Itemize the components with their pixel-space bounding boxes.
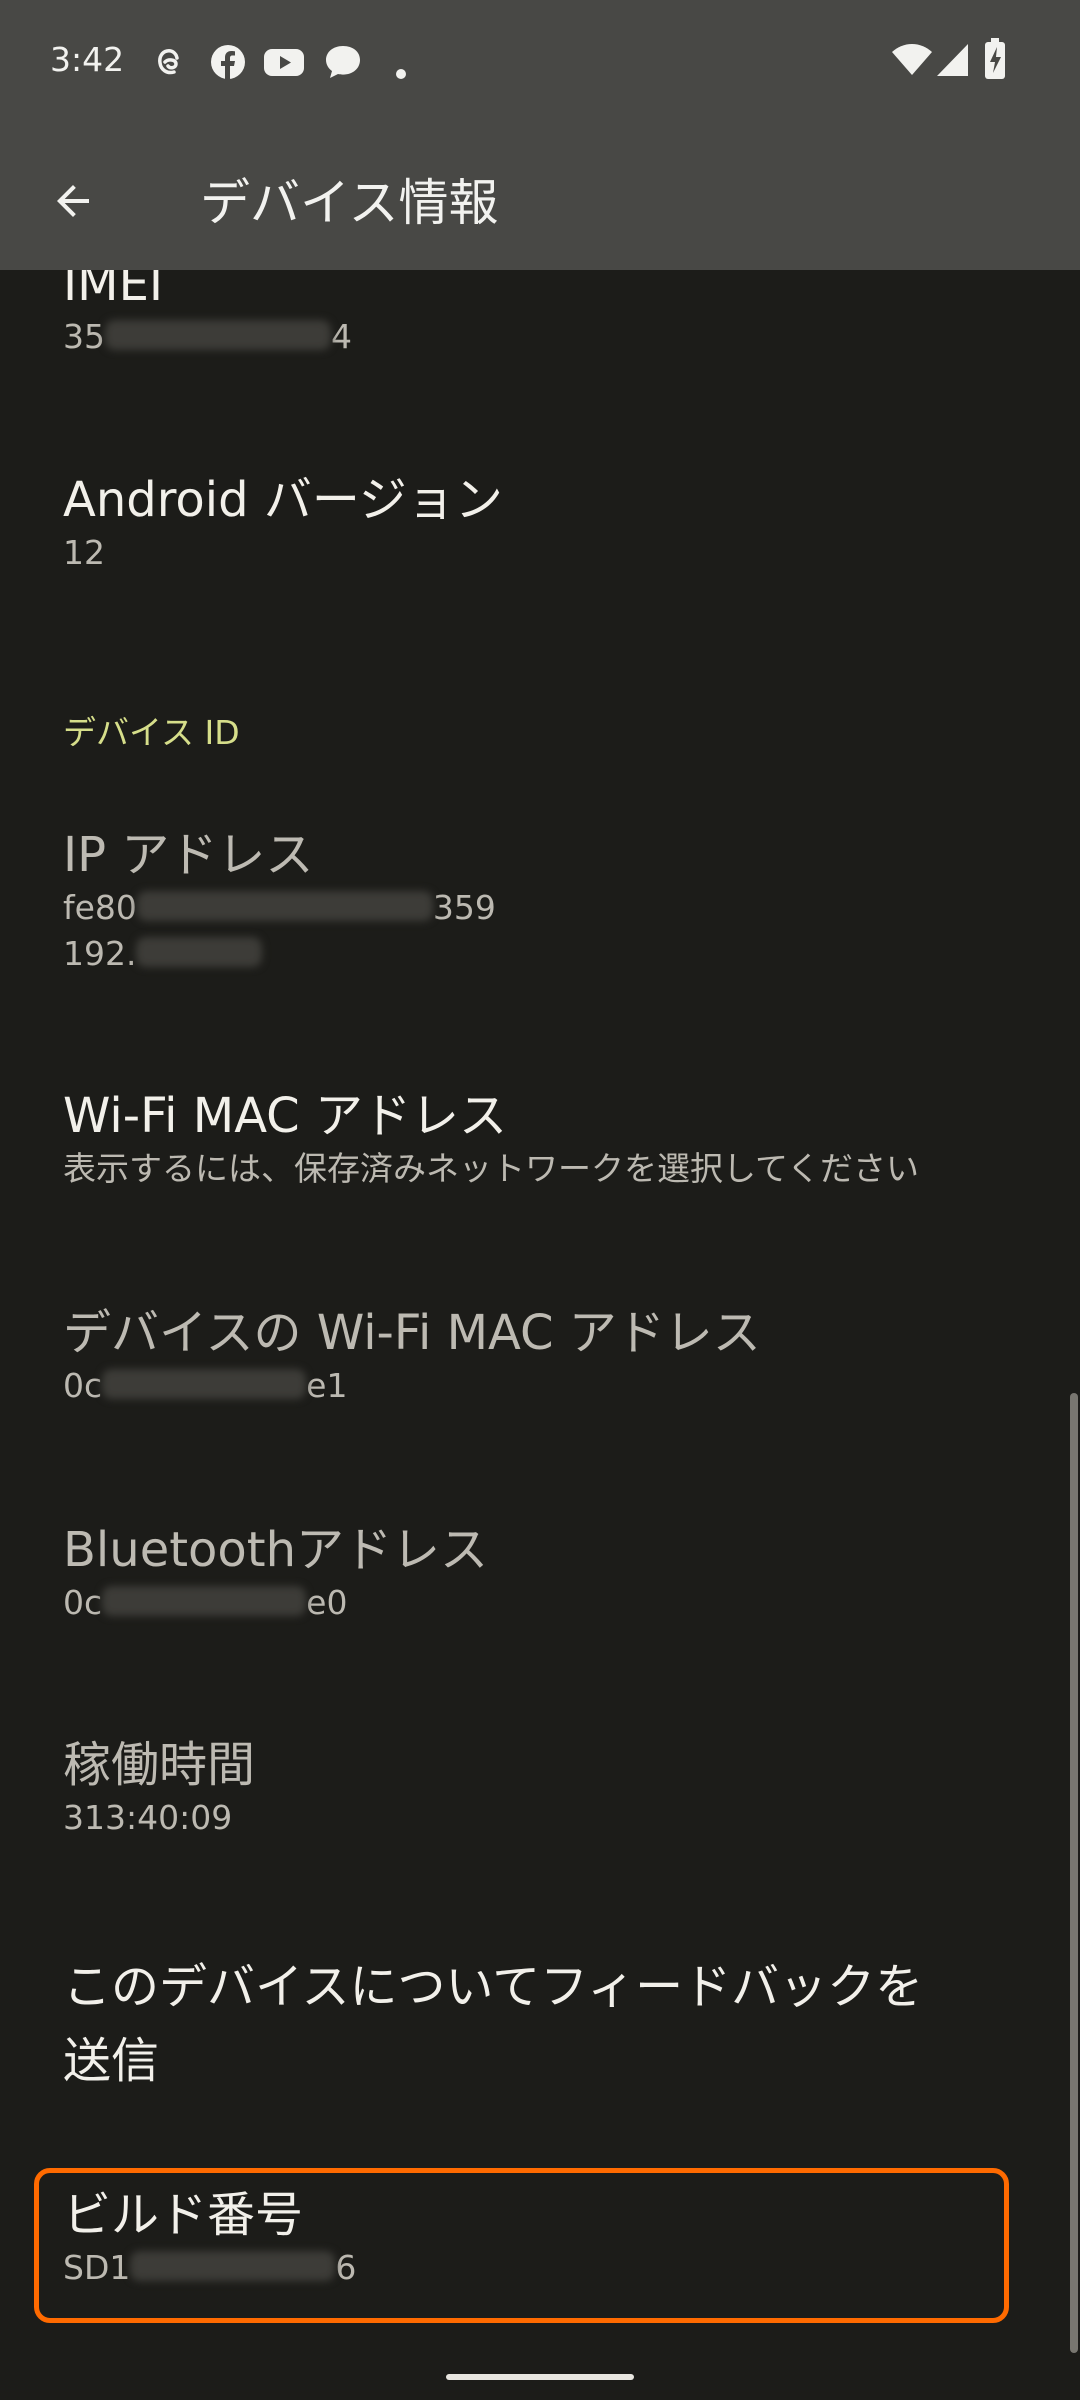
device-info-list[interactable]: IMEI 35 4 Android バージョン 12 デバイス ID IP アドレ… [0,270,1080,2400]
list-item-bluetooth-address[interactable]: Bluetoothアドレス 0c e0 [63,1520,1043,1626]
bluetooth-address-value: 0c e0 [63,1583,348,1622]
uptime-value: 313:40:09 [63,1798,233,1837]
send-feedback-title-line1: このデバイスについてフィードバックを [63,1959,924,2015]
list-item-android-version[interactable]: Android バージョン 12 [63,470,1043,576]
youtube-icon [264,49,304,76]
redacted-blur [102,1586,307,1616]
threads-icon [158,49,179,75]
ip-address-value-1: fe80 359 [63,888,496,927]
redacted-blur [136,891,433,921]
redacted-blur [102,1369,307,1399]
gesture-navigation-bar[interactable] [446,2374,634,2380]
list-item-imei[interactable]: IMEI 35 4 [63,270,1043,360]
page-title: デバイス情報 [200,174,499,232]
more-notifications-dot-icon [396,69,406,79]
bluetooth-address-title: Bluetoothアドレス [63,1522,489,1578]
uptime-title: 稼働時間 [63,1737,256,1793]
facebook-icon [211,45,245,80]
status-time: 3:42 [50,40,125,79]
ip-address-value-2: 192. [63,931,1043,977]
android-version-title: Android バージョン [63,472,503,528]
redacted-blur [136,937,263,967]
status-bar: 3:42 [0,0,1080,125]
wifi-mac-value: 表示するには、保存済みネットワークを選択してください [63,1149,920,1188]
chat-bubble-icon [326,46,360,78]
back-button[interactable] [38,166,108,236]
list-item-device-wifi-mac[interactable]: デバイスの Wi-Fi MAC アドレス 0c e1 [63,1303,1043,1409]
section-header-device-id: デバイス ID [63,713,240,752]
imei-title: IMEI [63,270,164,312]
build-number-highlight-box [34,2168,1009,2323]
device-wifi-mac-title: デバイスの Wi-Fi MAC アドレス [63,1305,761,1361]
wifi-icon [892,44,932,75]
wifi-mac-title: Wi-Fi MAC アドレス [63,1088,507,1144]
android-version-value: 12 [63,533,105,572]
list-item-ip-address[interactable]: IP アドレス fe80 359 192. [63,825,1043,977]
send-feedback-title-line2: 送信 [63,2033,160,2089]
cell-signal-icon [937,44,968,76]
ip-address-title: IP アドレス [63,827,314,883]
device-wifi-mac-value: 0c e1 [63,1366,348,1405]
list-item-send-feedback[interactable]: このデバイスについてフィードバックを 送信 [63,1950,1043,2098]
app-bar: デバイス情報 [0,125,1080,270]
battery-charging-icon [985,38,1005,79]
scrollbar[interactable] [1070,1393,1078,2353]
imei-value: 35 4 [63,317,352,356]
arrow-back-icon [57,185,89,217]
list-item-wifi-mac[interactable]: Wi-Fi MAC アドレス 表示するには、保存済みネットワークを選択してくださ… [63,1086,1043,1192]
redacted-blur [105,320,331,350]
list-item-uptime[interactable]: 稼働時間 313:40:09 [63,1735,1043,1841]
